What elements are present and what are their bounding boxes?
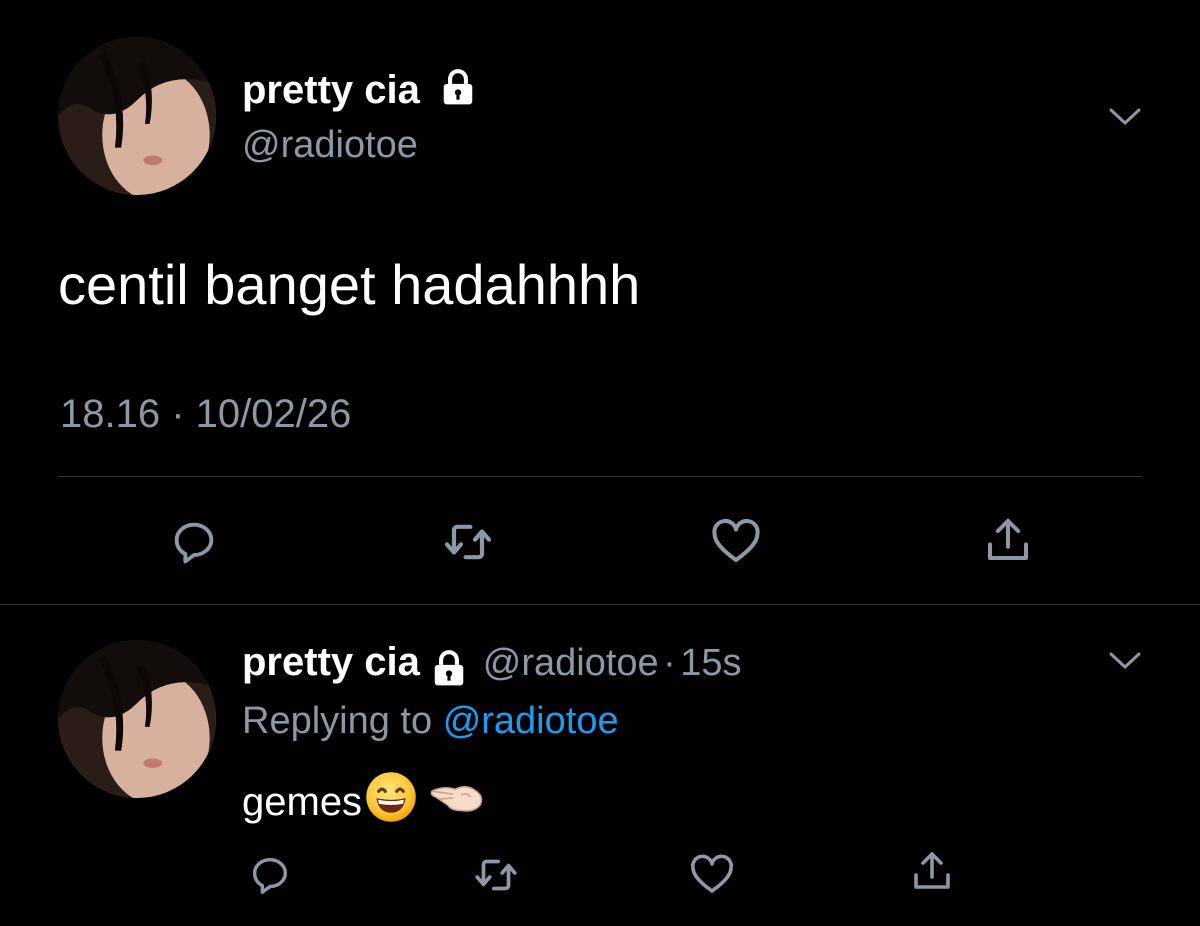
grinning-face-emoji (364, 770, 418, 834)
reply-avatar[interactable] (58, 640, 216, 798)
tweet-timestamp[interactable]: 18.16 · 10/02/26 (60, 392, 351, 437)
avatar-image (58, 640, 216, 798)
divider (58, 476, 1142, 477)
heart-icon (712, 518, 760, 563)
section-divider (0, 604, 1200, 605)
pinching-hand-emoji (428, 775, 486, 829)
replying-to-line: Replying to @radiotoe (242, 700, 619, 743)
share-icon (914, 852, 950, 889)
reply-button[interactable] (242, 850, 298, 900)
retweet-icon (475, 859, 517, 891)
reply-icon (174, 522, 214, 564)
avatar-image (58, 37, 216, 195)
reply-button[interactable] (164, 512, 224, 572)
lock-icon (430, 649, 468, 692)
share-button[interactable] (978, 510, 1038, 570)
tweet-text: centil banget hadahhhh (58, 253, 641, 316)
lock-icon (439, 68, 477, 116)
reply-author-handle[interactable]: @radiotoe (483, 642, 659, 684)
chevron-down-icon[interactable] (1108, 106, 1142, 128)
share-icon (987, 518, 1029, 561)
reply-header: pretty cia @radiotoe · 15s (242, 640, 742, 692)
reply-author-name[interactable]: pretty cia (242, 640, 420, 684)
retweet-icon (444, 524, 492, 560)
like-button[interactable] (706, 512, 766, 572)
heart-icon (691, 854, 733, 893)
separator-dot: · (663, 642, 676, 684)
like-button[interactable] (684, 850, 740, 900)
retweet-button[interactable] (468, 850, 524, 900)
retweet-button[interactable] (438, 512, 498, 572)
reply-icon (252, 857, 288, 894)
author-handle[interactable]: @radiotoe (242, 124, 418, 167)
share-button[interactable] (904, 846, 960, 896)
reply-text-row: gemes (242, 770, 486, 834)
reply-time[interactable]: 15s (680, 642, 741, 684)
replying-to-link[interactable]: @radiotoe (443, 700, 619, 742)
reply-text: gemes (242, 779, 363, 824)
replying-to-label: Replying to (242, 700, 433, 742)
avatar[interactable] (58, 37, 216, 195)
chevron-down-icon[interactable] (1108, 650, 1142, 672)
author-name[interactable]: pretty cia (242, 68, 477, 116)
